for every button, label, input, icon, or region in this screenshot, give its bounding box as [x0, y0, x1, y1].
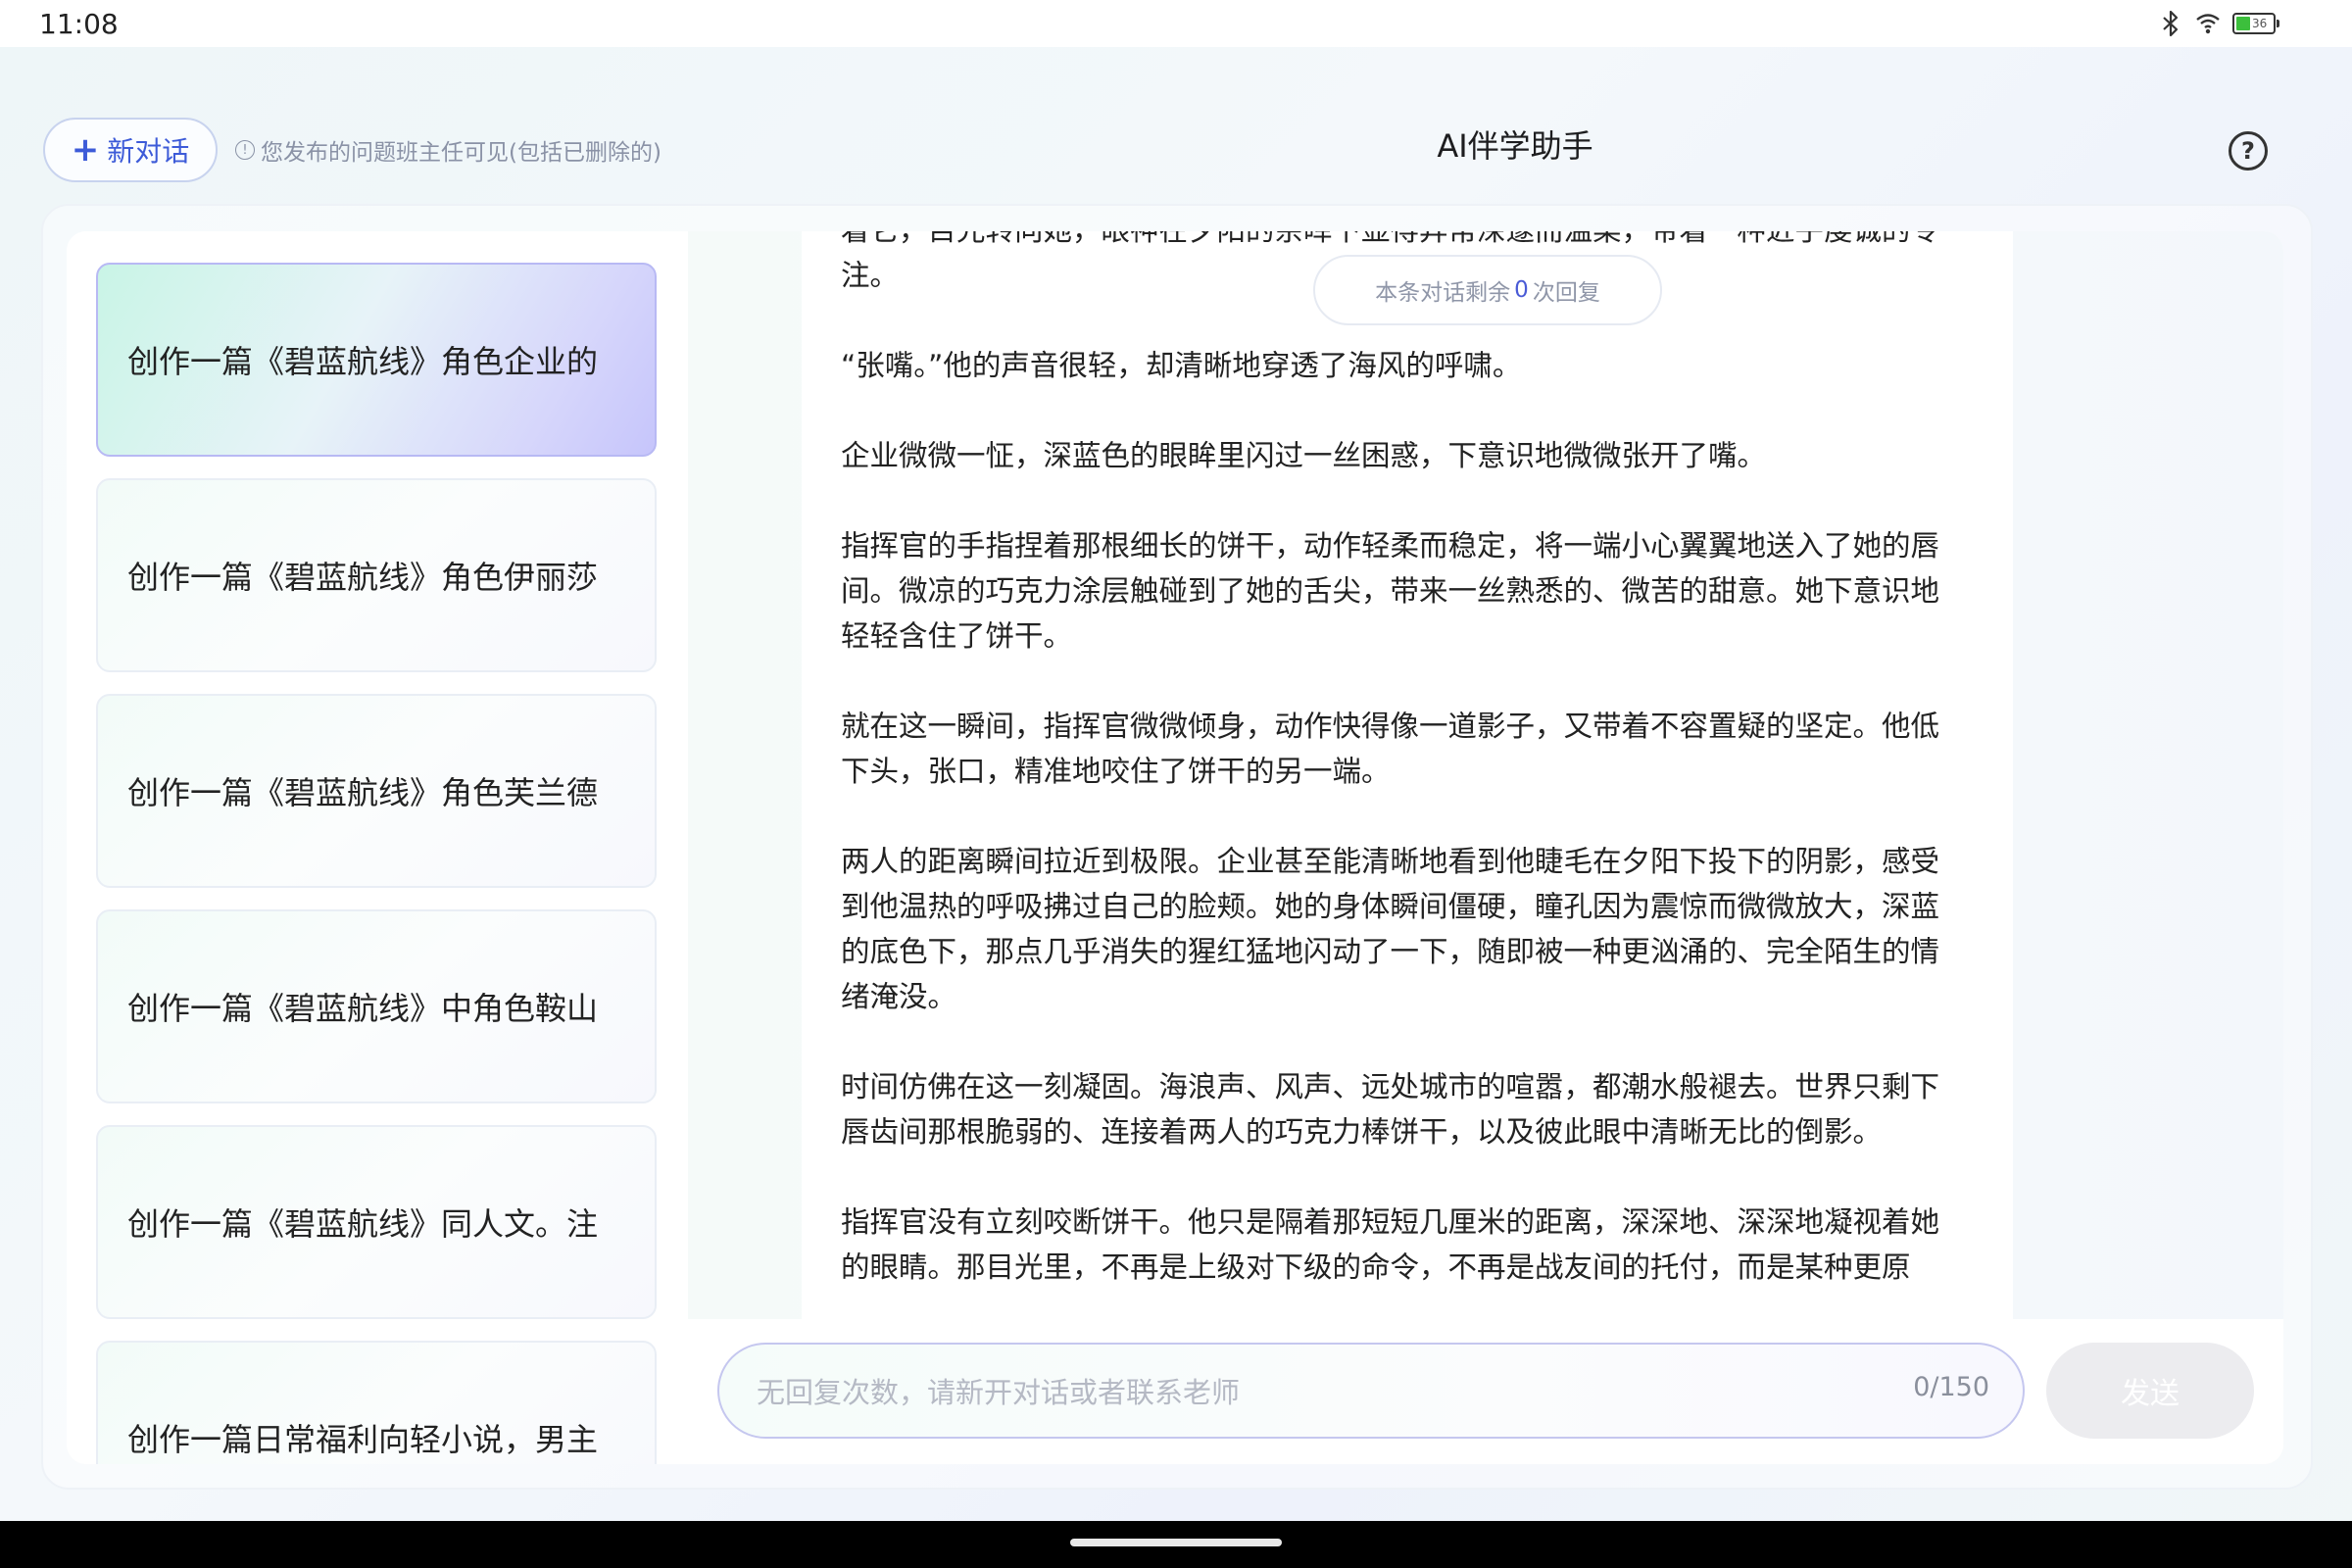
conversation-item-6[interactable]: 创作一篇日常福利向轻小说，男主 [96, 1341, 657, 1464]
conversation-title: 创作一篇《碧蓝航线》角色芙兰德 [127, 774, 599, 811]
status-icons: 36 [2158, 10, 2279, 37]
info-icon: ! [235, 140, 255, 160]
message-paragraph: 企业微微一怔，深蓝色的眼眸里闪过一丝困惑，下意识地微微张开了嘴。 [841, 439, 1767, 472]
char-count: 0/150 [1913, 1372, 1989, 1402]
plus-icon: + [71, 130, 100, 170]
visibility-notice: ! 您发布的问题班主任可见(包括已删除的) [235, 133, 662, 167]
conversation-item-5[interactable]: 创作一篇《碧蓝航线》同人文。注 [96, 1125, 657, 1319]
conversation-title: 创作一篇《碧蓝航线》角色企业的 [127, 343, 599, 380]
remaining-count: 0 [1514, 277, 1529, 303]
conversation-title: 创作一篇《碧蓝航线》角色伊丽莎 [127, 559, 599, 596]
conversation-item-1[interactable]: 创作一篇《碧蓝航线》角色企业的 [96, 263, 657, 457]
conversation-item-4[interactable]: 创作一篇《碧蓝航线》中角色鞍山 [96, 909, 657, 1103]
message-paragraph: 就在这一瞬间，指挥官微微倾身，动作快得像一道影子，又带着不容置疑的坚定。他低下头… [841, 710, 1940, 788]
conversation-item-2[interactable]: 创作一篇《碧蓝航线》角色伊丽莎 [96, 478, 657, 672]
main-panel: 创作一篇《碧蓝航线》角色企业的 创作一篇《碧蓝航线》角色伊丽莎 创作一篇《碧蓝航… [67, 231, 2283, 1464]
message-input[interactable]: 无回复次数，请新开对话或者联系老师 0/150 [717, 1343, 2025, 1439]
help-icon[interactable]: ? [2229, 131, 2268, 171]
wifi-icon [2196, 14, 2220, 34]
remaining-suffix: 次回复 [1532, 280, 1600, 306]
home-indicator[interactable] [1070, 1539, 1282, 1546]
page-title: AI伴学助手 [1437, 127, 1593, 165]
battery-level: 36 [2252, 17, 2268, 30]
new-chat-button[interactable]: + 新对话 [43, 118, 218, 182]
ai-message-bubble: 着它，目光转向她，眼神在夕阳的余晖下显得异常深邃而温柔，带着一种近乎虔诚的专注。… [802, 231, 2013, 1319]
new-chat-label: 新对话 [107, 135, 190, 168]
conversation-list: 创作一篇《碧蓝航线》角色企业的 创作一篇《碧蓝航线》角色伊丽莎 创作一篇《碧蓝航… [67, 231, 694, 1464]
remaining-prefix: 本条对话剩余 [1375, 280, 1511, 306]
notice-text: 您发布的问题班主任可见(包括已删除的) [261, 140, 662, 166]
send-button[interactable]: 发送 [2046, 1343, 2254, 1439]
input-bar: 无回复次数，请新开对话或者联系老师 0/150 发送 [688, 1319, 2283, 1464]
conversation-title: 创作一篇《碧蓝航线》同人文。注 [127, 1205, 599, 1243]
remaining-replies-badge: 本条对话剩余 0 次回复 [1313, 255, 1662, 325]
message-paragraph: “张嘴。”他的声音很轻，却清晰地穿透了海风的呼啸。 [841, 349, 1522, 382]
conversation-title: 创作一篇《碧蓝航线》中角色鞍山 [127, 990, 599, 1027]
message-paragraph: 指挥官的手指捏着那根细长的饼干，动作轻柔而稳定，将一端小心翼翼地送入了她的唇间。… [841, 529, 1940, 653]
chat-area[interactable]: 着它，目光转向她，眼神在夕阳的余晖下显得异常深邃而温柔，带着一种近乎虔诚的专注。… [688, 231, 2283, 1319]
battery-icon: 36 [2232, 13, 2279, 34]
message-paragraph: 两人的距离瞬间拉近到极限。企业甚至能清晰地看到他睫毛在夕阳下投下的阴影，感受到他… [841, 845, 1940, 1013]
battery-fill [2236, 17, 2250, 30]
status-bar: 11:08 36 [0, 0, 2352, 47]
message-paragraph: 指挥官没有立刻咬断饼干。他只是隔着那短短几厘米的距离，深深地、深深地凝视着她的眼… [841, 1205, 1940, 1284]
system-nav-bar [0, 1521, 2352, 1568]
conversation-title: 创作一篇日常福利向轻小说，男主 [127, 1421, 599, 1458]
message-paragraph: 时间仿佛在这一刻凝固。海浪声、风声、远处城市的喧嚣，都潮水般褪去。世界只剩下唇齿… [841, 1070, 1940, 1149]
bluetooth-icon [2163, 10, 2179, 37]
message-text: 着它，目光转向她，眼神在夕阳的余晖下显得异常深邃而温柔，带着一种近乎虔诚的专注。… [841, 231, 1962, 1319]
input-placeholder: 无回复次数，请新开对话或者联系老师 [757, 1376, 1241, 1409]
conversation-item-3[interactable]: 创作一篇《碧蓝航线》角色芙兰德 [96, 694, 657, 888]
status-time: 11:08 [39, 8, 119, 40]
